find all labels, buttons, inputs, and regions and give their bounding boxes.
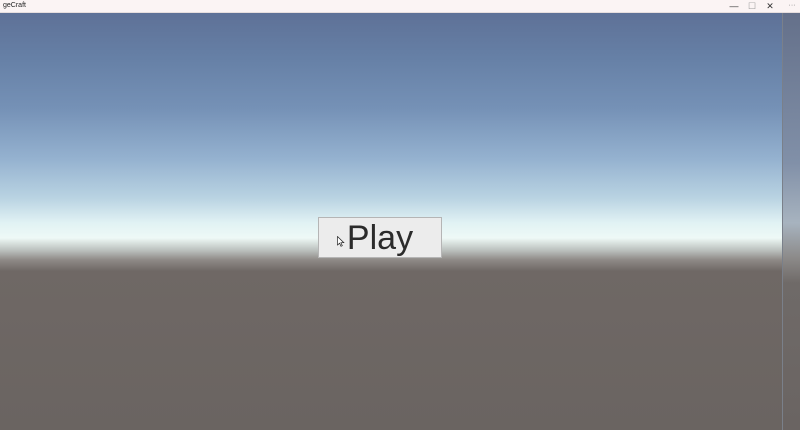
minimize-button[interactable]: — [725, 0, 743, 12]
maximize-button[interactable]: ☐ [743, 0, 761, 12]
close-button[interactable]: ✕ [761, 0, 779, 12]
mouse-pointer-icon [337, 236, 345, 247]
adjacent-window-edge [782, 13, 800, 430]
title-bar[interactable]: geCraft — ☐ ✕ ··· [0, 0, 800, 13]
game-window: geCraft — ☐ ✕ ··· Play [0, 0, 800, 430]
window-title: geCraft [3, 2, 26, 9]
overflow-icon: ··· [788, 2, 796, 9]
